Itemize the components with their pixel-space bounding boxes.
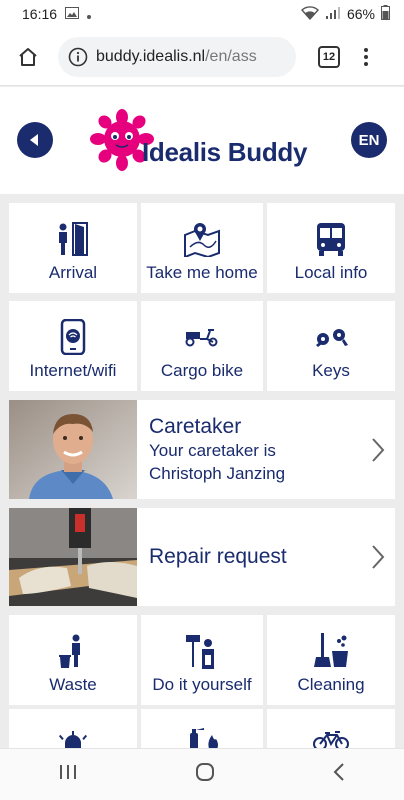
recent-apps-button[interactable] [59, 764, 77, 785]
home-circle-icon [196, 763, 214, 781]
battery-percentage: 66% [346, 6, 375, 22]
repair-title: Repair request [149, 545, 287, 568]
tile-arrival[interactable]: Arrival [9, 203, 137, 293]
tile-cleaning[interactable]: Cleaning [267, 615, 395, 705]
status-time: 16:16 [22, 6, 58, 22]
signal-icon [325, 6, 341, 23]
bus-icon [317, 223, 345, 256]
url-path: /en/ass [205, 47, 257, 65]
battery-icon [381, 5, 390, 23]
address-bar[interactable]: buddy.idealis.nl/en/ass [58, 36, 296, 77]
caretaker-name: Christoph Janzing [149, 463, 286, 483]
home-nav-button[interactable] [195, 762, 215, 787]
repair-request-card[interactable]: Repair request [9, 508, 395, 606]
door-person-icon [59, 222, 88, 256]
tile-label: Do it yourself [152, 675, 252, 694]
phone-wifi-icon [60, 319, 86, 355]
tab-switcher-button[interactable]: 12 [318, 45, 340, 68]
keys-icon [316, 329, 348, 347]
tile-label: Cleaning [297, 675, 365, 694]
tile-label: Arrival [48, 263, 98, 282]
wifi-icon [300, 5, 319, 23]
more-notifications-icon [87, 6, 92, 22]
brand-logo: Idealis Buddy [90, 109, 320, 179]
home-icon [19, 47, 37, 66]
caretaker-card[interactable]: Caretaker Your caretaker is Christoph Ja… [9, 400, 395, 499]
browser-menu-button[interactable] [364, 47, 368, 66]
map-pin-icon [184, 223, 220, 257]
back-nav-button[interactable] [333, 763, 345, 786]
brand-name: Idealis Buddy [142, 137, 308, 167]
tile-label: Keys [312, 361, 350, 380]
tile-alarm[interactable] [9, 709, 137, 751]
status-bar: 16:16 66% [0, 0, 404, 28]
tile-bicycle[interactable] [267, 709, 395, 751]
system-navigation-bar [0, 748, 404, 800]
app-header: Idealis Buddy EN [0, 87, 404, 194]
tile-waste[interactable]: Waste [9, 615, 137, 705]
caretaker-photo [9, 400, 137, 499]
tile-label: Waste [49, 675, 97, 694]
waste-icon [59, 634, 80, 668]
browser-home-button[interactable] [10, 39, 46, 75]
repair-photo [9, 508, 137, 606]
caretaker-title: Caretaker [149, 414, 242, 438]
diy-icon [186, 635, 214, 669]
tile-local-info[interactable]: Local info [267, 203, 395, 293]
tile-internet-wifi[interactable]: Internet/wifi [9, 301, 137, 391]
tile-keys[interactable]: Keys [267, 301, 395, 391]
language-button[interactable]: EN [351, 122, 387, 158]
tile-cargo-bike[interactable]: Cargo bike [141, 301, 263, 391]
tile-take-me-home[interactable]: Take me home [141, 203, 263, 293]
site-info-icon[interactable] [68, 47, 88, 67]
tile-do-it-yourself[interactable]: Do it yourself [141, 615, 263, 705]
back-chevron-icon [333, 763, 344, 781]
back-button[interactable] [17, 122, 53, 158]
tile-label: Take me home [146, 263, 258, 282]
tile-label: Cargo bike [160, 361, 244, 380]
gallery-notification-icon [65, 6, 80, 22]
tile-fire-safety[interactable] [141, 709, 263, 751]
tile-label: Internet/wifi [29, 361, 117, 380]
chevron-right-icon [372, 545, 385, 569]
back-arrow-icon [30, 134, 38, 146]
browser-toolbar: buddy.idealis.nl/en/ass 12 [0, 28, 404, 86]
recent-apps-icon [60, 765, 76, 779]
cargo-bike-icon [185, 329, 218, 347]
url-host: buddy.idealis.nl [96, 47, 206, 65]
cleaning-icon [314, 633, 348, 667]
tile-label: Local info [294, 263, 368, 282]
caretaker-line1: Your caretaker is [149, 440, 276, 460]
chevron-right-icon [372, 437, 385, 462]
